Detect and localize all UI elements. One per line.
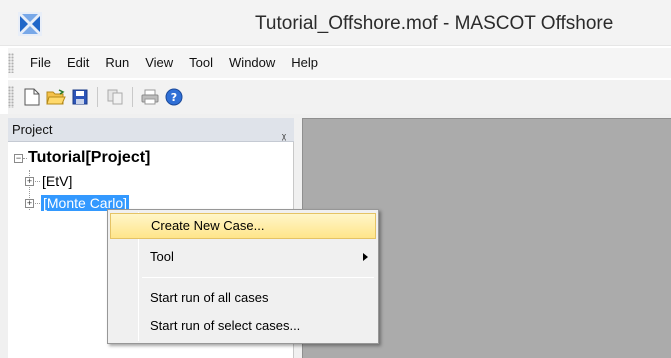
menu-tool[interactable]: Tool — [181, 48, 221, 78]
collapse-icon[interactable]: − — [14, 154, 23, 163]
tree-connector — [23, 158, 27, 159]
svg-text:?: ? — [171, 91, 177, 104]
project-pane-title: Project — [12, 122, 53, 137]
toolbar-grip[interactable] — [8, 86, 14, 108]
menu-run[interactable]: Run — [97, 48, 137, 78]
menu-separator — [142, 277, 374, 278]
tree-connector — [35, 203, 40, 204]
menubar-grip[interactable] — [8, 53, 14, 73]
tree-row-etv[interactable]: + [EtV] — [8, 170, 294, 192]
tree-connector — [35, 181, 40, 182]
submenu-arrow-icon — [363, 253, 368, 261]
tree-item-etv[interactable]: [EtV] — [42, 173, 72, 189]
menu-file[interactable]: File — [22, 48, 59, 78]
expand-icon[interactable]: + — [25, 199, 34, 208]
menu-bar: File Edit Run View Tool Window Help — [8, 48, 671, 78]
menu-window[interactable]: Window — [221, 48, 283, 78]
context-menu: Create New Case... Tool Start run of all… — [107, 209, 379, 344]
toolbar-separator — [97, 87, 98, 107]
menu-item-start-run-all[interactable]: Start run of all cases — [110, 285, 376, 311]
menu-help[interactable]: Help — [283, 48, 326, 78]
menu-view[interactable]: View — [137, 48, 181, 78]
window-title: Tutorial_Offshore.mof - MASCOT Offshore — [255, 13, 614, 34]
menu-item-start-run-select[interactable]: Start run of select cases... — [110, 313, 376, 339]
project-tree: − Tutorial[Project] + [EtV] + [Monte Car… — [8, 146, 294, 214]
menu-item-create-new-case[interactable]: Create New Case... — [110, 213, 376, 239]
tree-row-root[interactable]: − Tutorial[Project] — [8, 146, 294, 170]
open-folder-icon[interactable] — [45, 86, 67, 108]
print-icon[interactable] — [139, 86, 161, 108]
new-file-icon[interactable] — [21, 86, 43, 108]
title-bar: Tutorial_Offshore.mof - MASCOT Offshore — [0, 0, 671, 46]
menu-edit[interactable]: Edit — [59, 48, 97, 78]
mascot-app-icon — [18, 12, 42, 36]
pin-icon[interactable]: ᵪ — [282, 122, 286, 146]
save-icon[interactable] — [69, 86, 91, 108]
copy-icon[interactable] — [104, 86, 126, 108]
toolbar: ? — [8, 80, 671, 114]
expand-icon[interactable]: + — [25, 177, 34, 186]
menu-item-tool-label: Tool — [150, 249, 174, 264]
toolbar-separator — [132, 87, 133, 107]
project-pane-header: Project ᵪ — [8, 118, 294, 142]
tree-root-label[interactable]: Tutorial[Project] — [28, 149, 150, 167]
menu-item-tool[interactable]: Tool — [110, 244, 376, 270]
help-icon[interactable]: ? — [163, 86, 185, 108]
